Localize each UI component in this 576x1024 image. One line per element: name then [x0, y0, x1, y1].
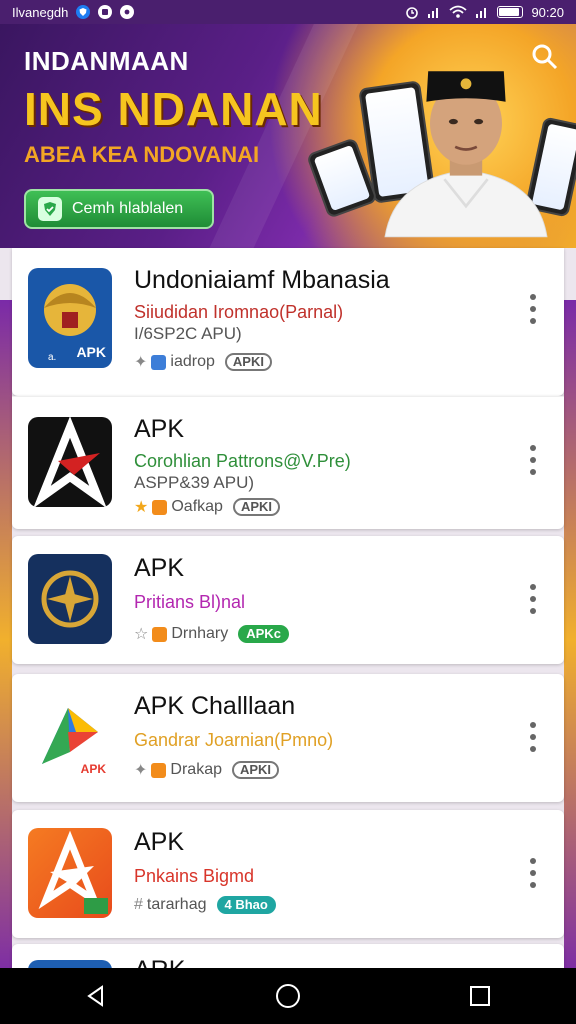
search-icon[interactable] — [530, 42, 560, 72]
more-options-icon[interactable] — [528, 445, 538, 475]
app-meta-text: Drnhary — [171, 625, 229, 642]
signal-icon-2 — [476, 8, 487, 18]
more-options-icon[interactable] — [528, 294, 538, 324]
app-developer: Pnkains Bigmd — [134, 866, 255, 886]
icon-apk-label: APK — [76, 344, 106, 360]
official-portrait-illustration — [384, 71, 548, 238]
banner-cta-button[interactable]: Cemh hlablalen — [24, 189, 214, 229]
app-meta: ✦ Drakap APKI — [134, 760, 280, 780]
list-item[interactable]: a. APK Undoniaiamf Mbanasia Siiudidan Ir… — [12, 248, 564, 396]
app-meta-text: tararhag — [146, 896, 207, 913]
app-name: APK — [134, 554, 185, 582]
category-icon — [152, 626, 168, 642]
alarm-icon — [406, 7, 419, 19]
banner-cta-label: Cemh hlablalen — [72, 200, 184, 217]
camera-notification-icon — [120, 5, 135, 19]
home-icon — [276, 984, 300, 1008]
app-meta-text: iadrop — [170, 353, 215, 370]
garuda-icon: a. APK — [28, 268, 112, 368]
apk-badge: 4 Bhao — [216, 896, 276, 914]
compass-icon — [28, 554, 112, 644]
star-icon: ★ — [134, 499, 149, 516]
list-item[interactable]: APK Pritians Bl)nal ☆ Drnhary APKc — [12, 536, 564, 664]
app-subtitle: ASPP&39 APU) — [134, 473, 255, 492]
banner-tagline: ABEA KEA NDOVANAI — [24, 142, 260, 167]
category-icon — [152, 499, 168, 515]
hash-icon: # — [134, 896, 143, 913]
app-developer: Gandrar Joarnian(Pmno) — [134, 730, 334, 750]
wifi-icon — [449, 5, 468, 18]
app-meta: ☆ Drnhary APKc — [134, 624, 289, 644]
promo-banner[interactable]: INDANMAAN INS NDANAN ABEA KEA NDOVANAI C… — [0, 24, 576, 248]
play-apk-icon: APK — [28, 692, 112, 782]
banner-subtitle: INDANMAAN — [24, 46, 189, 76]
app-name: APK — [134, 828, 185, 856]
app-subtitle: I/6SP2C APU) — [134, 324, 242, 343]
star-a-icon — [28, 417, 112, 507]
apk-badge: APKc — [238, 625, 289, 643]
app-developer: Corohlian Pattrons@V.Pre) — [134, 451, 351, 471]
orange-star-icon — [28, 828, 112, 918]
icon-apk-label: APK — [80, 762, 106, 776]
app-meta: ✦ iadrop APKI — [134, 352, 272, 372]
system-nav-bar — [0, 968, 576, 1024]
shield-icon — [38, 197, 62, 221]
apk-badge: APKI — [231, 761, 280, 779]
more-options-icon[interactable] — [528, 858, 538, 888]
app-name: Undoniaiamf Mbanasia — [134, 266, 390, 294]
status-app-label: Ilvanegdh — [12, 4, 69, 20]
app-developer: Pritians Bl)nal — [134, 592, 246, 612]
list-item[interactable]: APK APK Challlaan Gandrar Joarnian(Pmno)… — [12, 674, 564, 802]
status-time: 90:20 — [531, 4, 564, 20]
back-icon — [87, 985, 103, 1007]
app-meta: ★ Oafkap APKI — [134, 497, 280, 517]
category-icon — [151, 354, 167, 370]
signal-icon — [428, 8, 439, 18]
list-item[interactable]: APK Corohlian Pattrons@V.Pre) ASPP&39 AP… — [12, 396, 564, 529]
app-meta: # tararhag 4 Bhao — [134, 896, 276, 914]
app-meta-text: Oafkap — [171, 498, 223, 515]
side-decoration — [564, 300, 576, 980]
side-decoration — [0, 300, 12, 980]
category-icon — [151, 762, 167, 778]
star-icon: ✦ — [134, 354, 148, 371]
app-name: APK Challlaan — [134, 692, 296, 720]
banner-title: INS NDANAN — [24, 83, 323, 135]
notification-icon — [98, 5, 113, 19]
apk-badge: APKI — [232, 498, 280, 516]
home-button[interactable] — [268, 976, 308, 1016]
app-name: APK — [134, 415, 185, 443]
status-bar: Ilvanegdh 90:20 — [0, 0, 576, 24]
apk-badge: APKI — [224, 353, 272, 371]
battery-icon — [497, 6, 524, 18]
back-button[interactable] — [76, 976, 116, 1016]
more-options-icon[interactable] — [528, 722, 538, 752]
shield-notification-icon — [76, 5, 91, 19]
list-item[interactable]: APK Pnkains Bigmd # tararhag 4 Bhao — [12, 810, 564, 938]
app-meta-text: Drakap — [170, 761, 222, 778]
svg-text:a.: a. — [48, 352, 56, 363]
star-icon: ✦ — [134, 762, 148, 779]
more-options-icon[interactable] — [528, 584, 538, 614]
recents-icon — [470, 986, 490, 1006]
recents-button[interactable] — [460, 976, 500, 1016]
app-developer: Siiudidan Iromnao(Parnal) — [134, 302, 344, 322]
star-icon: ☆ — [134, 626, 149, 643]
